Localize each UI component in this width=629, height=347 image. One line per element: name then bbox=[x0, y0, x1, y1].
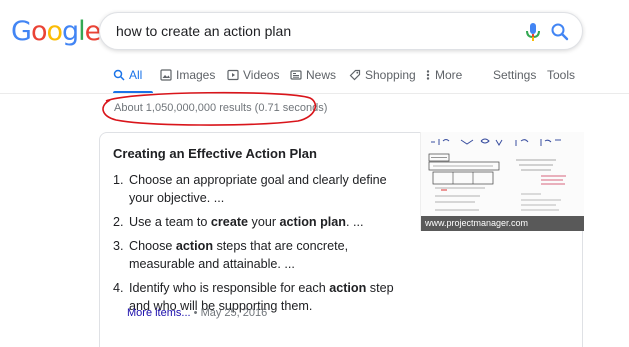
tag-icon bbox=[349, 69, 361, 81]
list-item-text: your bbox=[248, 215, 280, 229]
list-item-text: . ... bbox=[346, 215, 364, 229]
search-icon[interactable] bbox=[550, 22, 570, 42]
tab-images[interactable]: Images bbox=[160, 68, 215, 82]
snippet-list-item: 1. Choose an appropriate goal and clearly… bbox=[113, 171, 413, 207]
tab-label: Shopping bbox=[365, 68, 416, 82]
tab-news[interactable]: News bbox=[290, 68, 336, 82]
snippet-list-item: 2. Use a team to create your action plan.… bbox=[113, 213, 413, 231]
tools-label: Tools bbox=[547, 68, 576, 82]
thumbnail-caption: www.projectmanager.com bbox=[421, 216, 584, 231]
highlighted-term: action plan bbox=[279, 215, 347, 229]
logo-letter: o bbox=[30, 16, 48, 47]
play-icon bbox=[227, 69, 239, 81]
settings-link[interactable]: Settings bbox=[493, 68, 536, 82]
logo-letter: g bbox=[62, 16, 79, 47]
list-item-text: Choose bbox=[129, 239, 176, 253]
search-icon bbox=[113, 69, 125, 81]
tab-label: All bbox=[129, 68, 143, 82]
tab-all[interactable]: All bbox=[113, 68, 142, 82]
logo-letter: o bbox=[46, 16, 63, 47]
list-item-number: 4. bbox=[113, 281, 124, 295]
tools-link[interactable]: Tools bbox=[547, 68, 575, 82]
tab-shopping[interactable]: Shopping bbox=[349, 68, 416, 82]
highlighted-term: action bbox=[175, 239, 214, 253]
tab-label: News bbox=[306, 68, 337, 82]
logo-letter: G bbox=[11, 16, 32, 47]
list-item-number: 3. bbox=[113, 239, 124, 253]
tab-label: Videos bbox=[243, 68, 280, 82]
snippet-thumbnail[interactable]: www.projectmanager.com bbox=[420, 132, 584, 231]
snippet-title: Creating an Effective Action Plan bbox=[113, 146, 317, 161]
settings-label: Settings bbox=[493, 68, 537, 82]
dots-vertical-icon bbox=[426, 70, 430, 80]
logo-letter: e bbox=[84, 16, 102, 47]
more-items-link[interactable]: More items... bbox=[127, 307, 191, 319]
highlighted-term: create bbox=[210, 215, 249, 229]
tab-label: Images bbox=[176, 68, 216, 82]
snippet-list: 1. Choose an appropriate goal and clearly… bbox=[113, 171, 413, 321]
list-item-number: 2. bbox=[113, 215, 124, 229]
list-item-number: 1. bbox=[113, 173, 124, 187]
search-input[interactable]: how to create an action plan bbox=[116, 23, 291, 39]
list-item-text: Identify who is responsible for each bbox=[129, 281, 330, 295]
more-items-row: More items... • May 25, 2016 bbox=[127, 307, 267, 319]
snippet-date: May 25, 2016 bbox=[200, 307, 268, 319]
tab-label: More bbox=[435, 68, 463, 82]
newspaper-icon bbox=[290, 70, 302, 80]
image-icon bbox=[160, 69, 172, 81]
search-box[interactable]: how to create an action plan bbox=[99, 12, 583, 50]
google-logo[interactable]: Google bbox=[11, 16, 102, 47]
highlighted-term: action bbox=[329, 281, 367, 295]
red-annotation-circle bbox=[102, 91, 317, 126]
snippet-list-item: 3. Choose action steps that are concrete,… bbox=[113, 237, 413, 273]
tab-more[interactable]: More bbox=[425, 68, 462, 82]
list-item-text: Use a team to bbox=[129, 215, 211, 229]
microphone-icon[interactable] bbox=[524, 22, 542, 42]
snippet-date-separator: • bbox=[193, 307, 201, 319]
tab-videos[interactable]: Videos bbox=[227, 68, 279, 82]
list-item-text: Choose an appropriate goal and clearly d… bbox=[129, 173, 387, 205]
